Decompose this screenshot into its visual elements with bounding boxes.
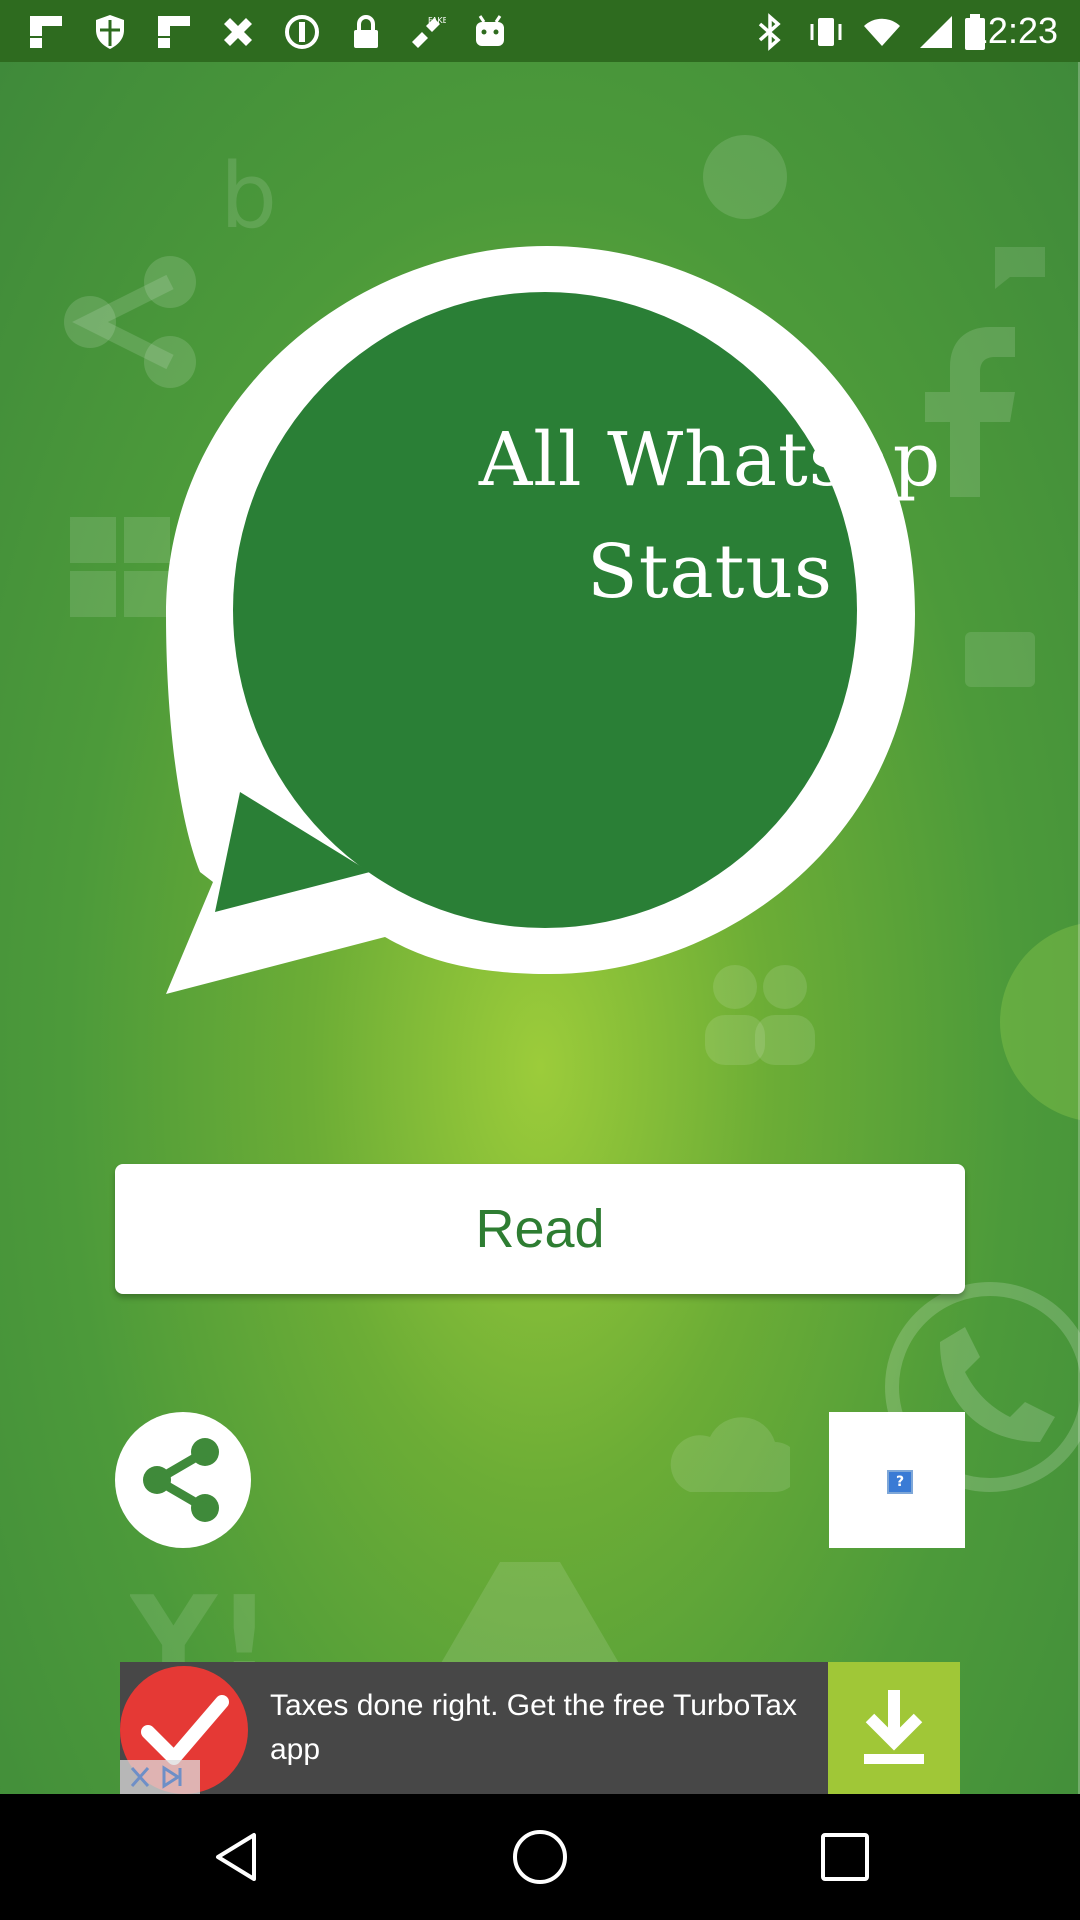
download-icon — [864, 1690, 924, 1764]
ad-close-button[interactable] — [120, 1760, 200, 1794]
clock: 12:23 — [967, 10, 1058, 51]
mail-icon — [965, 632, 1035, 687]
partial-circle — [1000, 924, 1080, 1120]
soundcloud-icon — [670, 1417, 790, 1492]
ad-banner[interactable]: Taxes done right. Get the free TurboTax … — [120, 1662, 960, 1794]
home-icon[interactable] — [510, 1827, 570, 1887]
windows-icon — [70, 517, 170, 617]
satellite-icon: FAKE — [412, 16, 446, 48]
signal-icon — [920, 16, 952, 48]
circle-icon — [285, 15, 319, 49]
wifi-icon — [864, 18, 900, 46]
flipboard-icon — [30, 16, 62, 48]
logo-title: All Whatsap Status — [398, 404, 1022, 628]
logo-title-line-2: Status — [587, 529, 833, 615]
share-icon — [143, 1438, 219, 1522]
logo-title-line-1: All Whatsap — [478, 417, 942, 503]
chat-bubble-icon — [995, 247, 1045, 289]
status-bar: FAKE 12:23 — [0, 0, 1080, 62]
bluetooth-icon — [758, 13, 781, 51]
ad-download-button[interactable] — [828, 1662, 960, 1794]
svg-text:FAKE: FAKE — [428, 16, 446, 25]
shield-icon — [96, 15, 124, 49]
app-logo: All Whatsap Status — [160, 182, 940, 1012]
share-button[interactable] — [115, 1412, 251, 1548]
ad-thumbnail[interactable]: ? — [829, 1412, 965, 1548]
read-button[interactable]: Read — [115, 1164, 965, 1294]
back-icon[interactable] — [208, 1827, 268, 1887]
close-icon — [130, 1765, 182, 1789]
lock-icon — [354, 15, 378, 48]
missing-image-icon: ? — [887, 1470, 913, 1494]
splash-screen: b Y! All Whatsap Status Read ? — [0, 62, 1080, 1794]
ad-text: Taxes done right. Get the free TurboTax … — [270, 1689, 797, 1766]
vibrate-icon — [810, 18, 842, 46]
flipboard-icon — [158, 16, 190, 48]
ribbon-icon — [224, 18, 252, 46]
navigation-bar — [0, 1794, 1080, 1920]
android-icon — [476, 15, 504, 46]
recents-icon[interactable] — [815, 1827, 875, 1887]
